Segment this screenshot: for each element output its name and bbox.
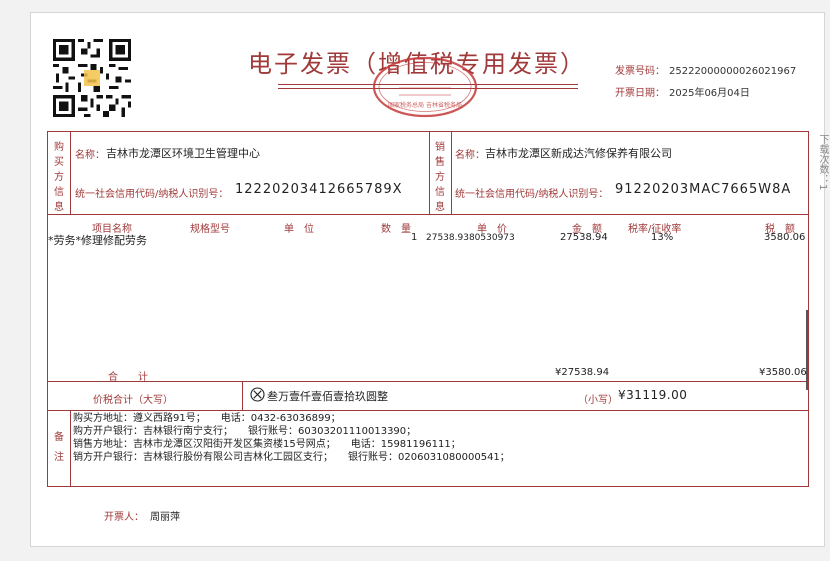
divider: [70, 132, 71, 214]
total-words: 叁万壹仟壹佰壹拾玖圆整: [267, 390, 388, 403]
item-rate: 13%: [651, 232, 674, 243]
remark-line: 销方开户银行：吉林银行股份有限公司吉林化工园区支行； 银行账号：02060310…: [73, 452, 510, 463]
col-header-spec: 规格型号: [190, 224, 230, 235]
scrollbar[interactable]: [806, 310, 808, 390]
buyer-name: 吉林市龙潭区环境卫生管理中心: [106, 147, 260, 160]
total-label: 合 计: [108, 372, 148, 383]
item-qty: 1: [411, 232, 418, 243]
buyer-tax-id: 12220203412665789X: [235, 182, 403, 197]
svg-text:国家税务总局 吉林省税务局: 国家税务总局 吉林省税务局: [388, 101, 462, 109]
total-words-label: 价税合计（大写）: [93, 395, 173, 406]
seller-name-label: 名称：: [455, 150, 485, 161]
divider: [451, 132, 452, 214]
remark-line: 购买方地址：遵义西路91号； 电话：0432-63036899；: [73, 413, 341, 424]
remark-line: 销售方地址：吉林市龙潭区汉阳街开发区集资楼15号网点； 电话：159811961…: [73, 439, 461, 450]
seller-section-label: 销售方信息: [435, 142, 445, 213]
invoice-table: 购买方信息 名称： 吉林市龙潭区环境卫生管理中心 统一社会信用代码/纳税人识别号…: [47, 131, 809, 487]
buyer-tax-label: 统一社会信用代码/纳税人识别号：: [75, 189, 229, 200]
divider: [70, 410, 71, 486]
col-header-qty: 数 量: [381, 224, 411, 235]
seller-name: 吉林市龙潭区新成达汽修保养有限公司: [485, 147, 672, 160]
col-header-unit: 单 位: [284, 224, 314, 235]
divider: [48, 214, 808, 215]
circle-x-icon: [250, 387, 265, 402]
seller-tax-id: 91220203MAC7665W8A: [615, 182, 792, 197]
invoice-number: 发票号码： 25222000000026021967: [615, 66, 797, 77]
total-tax: ¥3580.06: [759, 367, 807, 378]
divider: [48, 381, 808, 382]
item-name: *劳务*修理修配劳务: [48, 234, 147, 247]
item-amount: 27538.94: [560, 232, 608, 243]
divider: [48, 410, 808, 411]
divider: [242, 381, 243, 410]
issuer: 开票人： 周丽萍: [104, 512, 180, 523]
download-count: 下载次数：1: [817, 134, 828, 191]
buyer-section-label: 购买方信息: [54, 142, 64, 213]
item-price: 27538.9380530973: [426, 233, 515, 243]
divider: [429, 132, 430, 214]
buyer-name-label: 名称：: [75, 150, 105, 161]
total-small-label: （小写）: [578, 395, 618, 406]
qr-code-icon: [53, 39, 131, 117]
item-tax: 3580.06: [764, 232, 806, 243]
remarks-label: 备注: [54, 432, 64, 463]
total-small: ¥31119.00: [618, 388, 688, 402]
total-amount: ¥27538.94: [555, 367, 610, 378]
seller-tax-label: 统一社会信用代码/纳税人识别号：: [455, 189, 609, 200]
tax-seal: 国家税务总局 吉林省税务局: [372, 56, 478, 118]
invoice-date: 开票日期： 2025年06月04日: [615, 88, 750, 99]
remark-line: 购方开户银行：吉林银行南宁支行； 银行账号：60303201110013390；: [73, 426, 417, 437]
